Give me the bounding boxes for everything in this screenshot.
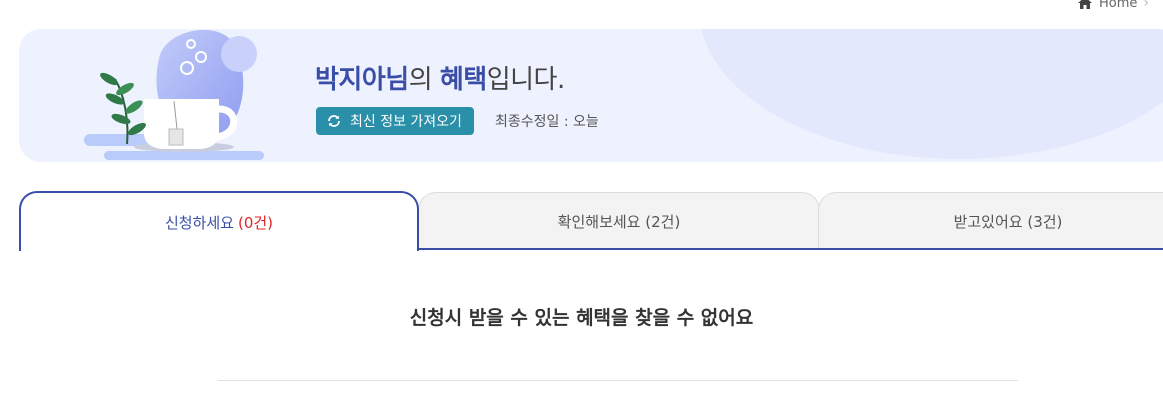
tab-label: 확인해보세요 <box>557 213 641 231</box>
title-connector: 의 <box>408 65 440 95</box>
home-icon[interactable] <box>1077 0 1093 11</box>
tab-label: 받고있어요 <box>953 213 1023 231</box>
chevron-right-icon: › <box>1143 0 1149 11</box>
empty-state-message: 신청시 받을 수 있는 혜택을 찾을 수 없어요 <box>409 307 754 329</box>
divider <box>218 380 1018 381</box>
tab-receiving[interactable]: 받고있어요 (3건) <box>818 192 1163 250</box>
tab-count: (3건) <box>1027 213 1063 231</box>
tab-count: (2건) <box>645 213 681 231</box>
title-ending: 입니다. <box>486 65 566 95</box>
tab-label: 신청하세요 <box>164 213 234 232</box>
user-name: 박지아님 <box>315 65 409 95</box>
breadcrumb-home-link[interactable]: Home <box>1099 0 1137 11</box>
refresh-button-label: 최신 정보 가져오기 <box>350 114 462 130</box>
last-modified-text: 최종수정일 : 오늘 <box>495 114 599 130</box>
tab-count: (0건) <box>237 213 274 232</box>
refresh-button[interactable]: 최신 정보 가져오기 <box>316 107 474 135</box>
tab-apply[interactable]: 신청하세요 (0건) <box>19 191 419 251</box>
benefit-tabs: 신청하세요 (0건) 확인해보세요 (2건) 받고있어요 (3건) <box>19 191 1163 251</box>
tab-underline <box>399 248 1163 250</box>
breadcrumb: Home › <box>1077 0 1149 11</box>
refresh-icon <box>328 115 340 127</box>
page-title: 박지아님의 혜택입니다. <box>315 59 565 96</box>
title-benefit: 혜택 <box>439 65 487 95</box>
benefit-banner: 박지아님의 혜택입니다. 최신 정보 가져오기 최종수정일 : 오늘 <box>19 29 1163 162</box>
tab-check[interactable]: 확인해보세요 (2건) <box>418 192 820 250</box>
banner-decoration <box>699 29 1163 159</box>
tea-cup-illustration <box>79 29 289 162</box>
